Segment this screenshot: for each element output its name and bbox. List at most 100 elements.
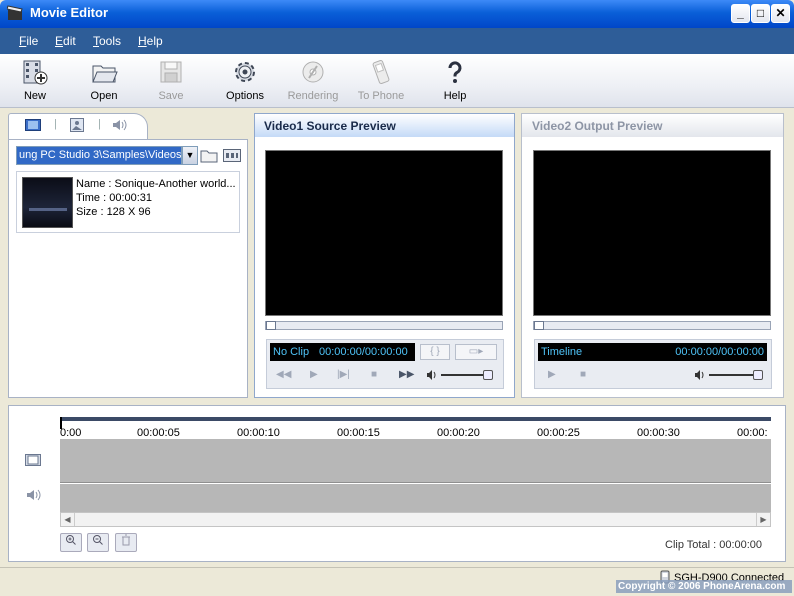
step-forward-button[interactable]: |▶| [337,369,350,380]
audio-track-icon [26,488,42,505]
new-button[interactable]: New [5,58,65,104]
scroll-left-arrow[interactable]: ◀ [61,513,75,526]
tick-label: 00:00:05 [137,427,180,439]
tick-label: 00:00:15 [337,427,380,439]
zoom-out-button[interactable] [87,533,109,552]
trash-icon [122,534,130,546]
output-stop-button[interactable]: ■ [580,369,586,380]
to-phone-label: To Phone [357,90,405,102]
new-film-icon [23,60,48,85]
tick-label: 00:00:10 [237,427,280,439]
open-button[interactable]: Open [74,58,134,104]
fast-forward-button[interactable]: ▶▶ [399,369,414,380]
playhead-marker[interactable] [60,417,62,429]
source-timecode: 00:00:00/00:00:00 [319,346,408,358]
tab-video[interactable] [25,119,41,134]
movie-clapper-icon [6,5,23,21]
play-button[interactable]: ▶ [310,369,318,380]
tab-separator: | [54,118,57,130]
source-video-screen [265,150,503,316]
title-bar[interactable] [0,0,794,28]
video-thumbnail [22,177,73,228]
open-label: Open [90,90,118,102]
source-seek-bar[interactable] [265,321,503,330]
zoom-out-icon [93,535,103,545]
scroll-right-arrow[interactable]: ▶ [756,513,770,526]
options-label: Options [226,90,264,102]
close-button[interactable]: ✕ [771,4,790,23]
rendering-label: Rendering [287,90,339,102]
output-video-screen [533,150,771,316]
menu-tools[interactable]: Tools [93,34,121,48]
source-clip-label: No Clip [273,346,310,358]
maximize-button[interactable]: □ [751,4,770,23]
timeline-scrollbar[interactable]: ◀ ▶ [60,512,771,527]
mark-in-out-button[interactable]: { } [420,344,450,360]
clip-size: Size : 128 X 96 [76,206,151,218]
source-volume-thumb[interactable] [483,370,493,380]
folder-open-icon [92,65,118,83]
save-label: Save [158,90,184,102]
film-strip-icon [25,119,41,131]
phone-transfer-icon [372,60,390,84]
path-value: ung PC Studio 3\Samples\Videos [19,149,181,161]
menu-edit[interactable]: Edit [55,34,76,48]
tick-label: 00:00:20 [437,427,480,439]
source-seek-thumb[interactable] [266,321,276,330]
picture-icon [70,118,84,132]
output-seek-bar[interactable] [533,321,771,330]
tab-image[interactable] [70,118,84,135]
output-volume-slider[interactable] [709,370,763,380]
output-lcd: Timeline 00:00:00/00:00:00 [538,343,767,361]
video-track[interactable] [60,439,771,483]
output-timecode: 00:00:00/00:00:00 [675,346,764,358]
zoom-in-button[interactable] [60,533,82,552]
path-combobox[interactable]: ung PC Studio 3\Samples\Videos [16,146,182,165]
rendering-button[interactable]: Rendering [283,58,343,104]
tick-label: 00:00:25 [537,427,580,439]
rewind-button[interactable]: ◀◀ [276,369,291,380]
help-question-icon [448,61,462,83]
source-preview-title: Video1 Source Preview [264,119,396,133]
source-volume-slider[interactable] [441,370,493,380]
tab-separator-2: | [98,118,101,130]
browse-folder-icon[interactable] [200,147,218,166]
view-mode-icon[interactable] [223,149,241,165]
output-seek-thumb[interactable] [534,321,544,330]
library-tabs: | | [8,113,248,139]
save-button[interactable]: Save [141,58,201,104]
output-play-button[interactable]: ▶ [548,369,556,380]
copyright-watermark: Copyright © 2006 PhoneArena.com [618,581,786,592]
timeline-ruler[interactable]: 0:00 00:00:05 00:00:10 00:00:15 00:00:20… [60,417,771,439]
gear-icon [235,62,255,82]
delete-clip-button[interactable] [115,533,137,552]
audio-track[interactable] [60,484,771,512]
help-button[interactable]: Help [425,58,485,104]
to-phone-button[interactable]: To Phone [351,58,411,104]
path-dropdown-arrow[interactable]: ▼ [182,146,198,165]
menu-file[interactable]: File [19,34,38,48]
tick-label: 0:00 [60,427,82,439]
minimize-button[interactable]: _ [731,4,750,23]
list-item[interactable]: Name : Sonique-Another world... Time : 0… [16,171,240,233]
new-label: New [23,90,46,102]
output-clip-label: Timeline [541,346,583,358]
tick-label: 00:00:30 [637,427,680,439]
help-label: Help [443,90,467,102]
output-volume-thumb[interactable] [753,370,763,380]
add-to-timeline-button[interactable]: ▭▸ [455,344,497,360]
options-button[interactable]: Options [215,58,275,104]
menu-help[interactable]: Help [138,34,163,48]
output-preview-title: Video2 Output Preview [532,119,663,133]
stop-button[interactable]: ■ [371,369,377,380]
zoom-in-icon [66,535,76,545]
tick-label: 00:00: [737,427,768,439]
source-volume-icon [426,369,438,384]
disc-render-icon [302,61,324,83]
clip-total: Clip Total : 00:00:00 [665,539,763,551]
speaker-icon [113,119,127,131]
tab-audio[interactable] [112,118,128,135]
source-lcd: No Clip 00:00:00/00:00:00 [270,343,415,361]
window-title: Movie Editor [30,5,109,20]
clip-name: Name : Sonique-Another world... [76,178,236,190]
